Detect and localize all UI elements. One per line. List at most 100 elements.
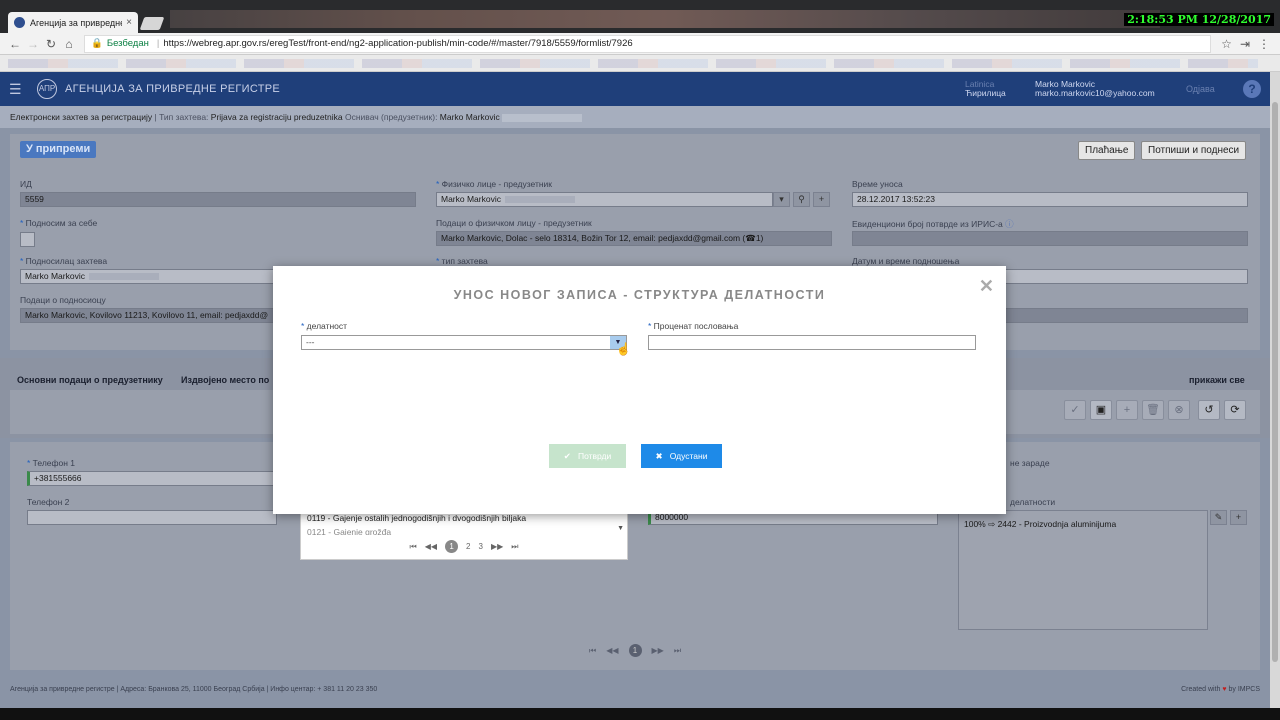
prev-page-icon[interactable]: ◀◀ — [606, 646, 618, 655]
prev-page-icon[interactable]: ◀◀ — [425, 542, 437, 551]
agency-logo: АПР — [37, 79, 57, 99]
blurred-text — [502, 113, 583, 122]
check-icon: ✔ — [563, 451, 571, 461]
activity-select-value: --- — [306, 337, 315, 347]
footer: Агенција за привредне регистре | Адреса:… — [0, 680, 1270, 708]
confirm-button[interactable]: ✔ Потврди — [549, 444, 626, 468]
applicant-label: * Подносилац захтева — [20, 256, 108, 266]
breadcrumb-root[interactable]: Електронски захтев за регистрацију — [10, 112, 152, 122]
browser-tabbar: Агенција за привредне × 2:18:53 PM 12/28… — [0, 0, 1280, 33]
activity-list-label: делатности — [1010, 497, 1056, 507]
browser-menu-icon[interactable]: ⋮ — [1258, 37, 1270, 51]
agency-title: АГЕНЦИЈА ЗА ПРИВРЕДНЕ РЕГИСТРЕ — [65, 83, 281, 95]
cancel-icon[interactable]: ⊗ — [1168, 400, 1190, 420]
person-data-label: Подаци о физичком лицу - предузетник — [436, 218, 592, 228]
add-icon[interactable]: + — [813, 192, 830, 207]
iris-field — [852, 231, 1248, 246]
last-page-icon[interactable]: ⏭ — [674, 646, 681, 656]
hand-cursor-icon: ☝ — [616, 342, 631, 356]
url-text: https://webreg.apr.gov.rs/eregTest/front… — [163, 38, 633, 49]
first-page-icon[interactable]: ⏮ — [589, 646, 596, 656]
applicant-field[interactable]: Marko Markovic — [20, 269, 275, 284]
cancel-button[interactable]: ✖ Одустани — [641, 444, 722, 468]
person-label: * Физичко лице - предузетник — [436, 179, 553, 189]
current-page[interactable]: 1 — [628, 644, 642, 657]
url-separator: | — [156, 38, 160, 49]
search-icon[interactable]: ⚲ — [793, 192, 810, 207]
footer-info: Агенција за привредне регистре | Адреса:… — [10, 686, 378, 693]
submit-time-label: Датум и време подношења — [852, 256, 960, 266]
forward-icon[interactable]: → — [24, 37, 42, 51]
tab-close-icon[interactable]: × — [126, 17, 132, 28]
menu-icon[interactable]: ☰ — [9, 81, 23, 98]
self-label: * Подносим за себе — [20, 218, 98, 228]
phone2-label: Телефон 2 — [27, 497, 70, 507]
bookmarks-bar — [0, 55, 1280, 72]
browser-tab[interactable]: Агенција за привредне × — [8, 12, 138, 33]
add-record-icon[interactable]: + — [1116, 400, 1138, 420]
scrollbar-thumb[interactable] — [1272, 102, 1278, 662]
check-icon[interactable]: ✓ — [1064, 400, 1086, 420]
help-icon[interactable]: ? — [1243, 80, 1261, 98]
first-page-icon[interactable]: ⏮ — [410, 542, 417, 552]
percent-field-label: * Проценат пословања — [648, 321, 739, 331]
edit-icon[interactable]: ✎ — [1210, 510, 1227, 525]
new-tab-button[interactable] — [139, 17, 165, 30]
info-icon: ⓘ — [1005, 219, 1014, 229]
self-checkbox[interactable] — [20, 232, 35, 247]
extension-icon[interactable]: ⇥ — [1240, 37, 1250, 51]
delete-icon[interactable]: 🗑 — [1142, 400, 1164, 420]
dropdown-option[interactable]: 0121 - Gajenje grožđa — [301, 527, 627, 535]
person-select[interactable]: Marko Markovic — [436, 192, 773, 207]
save-icon[interactable]: ▣ — [1090, 400, 1112, 420]
dropdown-pager: ⏮ ◀◀ 1 2 3 ▶▶ ⏭ — [301, 540, 627, 553]
applicant-data-label: Подаци о подносиоцу — [20, 295, 106, 305]
list-item[interactable]: 100% ⇨ 2442 - Proizvodnja aluminijuma — [959, 511, 1207, 538]
founder-label: Оснивач (предузетник): — [344, 112, 440, 122]
home-icon[interactable]: ⌂ — [60, 37, 78, 51]
tab-basic-info[interactable]: Основни подаци о предузетнику — [17, 375, 163, 385]
system-clock: 2:18:53 PM 12/28/2017 — [1124, 13, 1274, 26]
heart-icon: ♥ — [1222, 686, 1227, 693]
phone1-field[interactable]: +381555666 — [27, 471, 277, 486]
back-icon[interactable]: ← — [6, 37, 24, 51]
next-page-icon[interactable]: ▶▶ — [652, 646, 664, 655]
activity-select[interactable]: --- ▼ — [301, 335, 627, 350]
phone2-field[interactable] — [27, 510, 277, 525]
address-bar-row: ← → ↻ ⌂ 🔒 Безбедан | https://webreg.apr.… — [0, 33, 1280, 55]
refresh-icon[interactable]: ⟳ — [1224, 400, 1246, 420]
page-2[interactable]: 2 — [466, 542, 470, 551]
id-label: ИД — [20, 179, 32, 189]
bookmark-star-icon[interactable]: ☆ — [1221, 37, 1232, 51]
scroll-down-icon[interactable]: ▼ — [617, 525, 624, 532]
undo-icon[interactable]: ↺ — [1198, 400, 1220, 420]
chevron-down-icon[interactable]: ▾ — [773, 192, 790, 207]
activity-list[interactable]: 100% ⇨ 2442 - Proizvodnja aluminijuma — [958, 510, 1208, 630]
url-field[interactable]: 🔒 Безбедан | https://webreg.apr.gov.rs/e… — [84, 34, 1212, 53]
last-page-icon[interactable]: ⏭ — [511, 542, 518, 552]
add-activity-icon[interactable]: + — [1230, 510, 1247, 525]
language-switch: Latinica Ћирилица — [965, 80, 1006, 98]
lang-cyrillic[interactable]: Ћирилица — [965, 89, 1006, 98]
tab-separate-location[interactable]: Издвојено место по — [181, 375, 269, 385]
sign-submit-button[interactable]: Потпиши и поднеси — [1141, 141, 1247, 160]
app-header: ☰ АПР АГЕНЦИЈА ЗА ПРИВРЕДНЕ РЕГИСТРЕ Lat… — [0, 72, 1270, 106]
user-info: Marko Markovic marko.markovic10@yahoo.co… — [1035, 80, 1155, 98]
modal-title: УНОС НОВОГ ЗАПИСА - СТРУКТУРА ДЕЛАТНОСТИ — [453, 288, 826, 302]
next-page-icon[interactable]: ▶▶ — [491, 542, 503, 551]
payment-button[interactable]: Плаћање — [1078, 141, 1136, 160]
percent-input[interactable] — [648, 335, 976, 350]
page-scrollbar[interactable] — [1270, 72, 1280, 708]
footer-credit: Created with ♥ by IMPCS — [1181, 686, 1260, 693]
breadcrumb: Електронски захтев за регистрацију | Тип… — [0, 106, 1270, 128]
reload-icon[interactable]: ↻ — [42, 37, 60, 51]
page-1[interactable]: 1 — [445, 540, 459, 553]
logout-link[interactable]: Одјава — [1186, 84, 1215, 94]
favicon-icon — [14, 17, 25, 28]
page-3[interactable]: 3 — [479, 542, 483, 551]
phone-icon: (☎1) — [742, 233, 764, 243]
show-all-link[interactable]: прикажи све — [1189, 375, 1245, 385]
secure-label: Безбедан — [106, 38, 149, 49]
activity-field-label: * делатност — [301, 321, 348, 331]
close-icon[interactable]: ✕ — [979, 276, 994, 297]
